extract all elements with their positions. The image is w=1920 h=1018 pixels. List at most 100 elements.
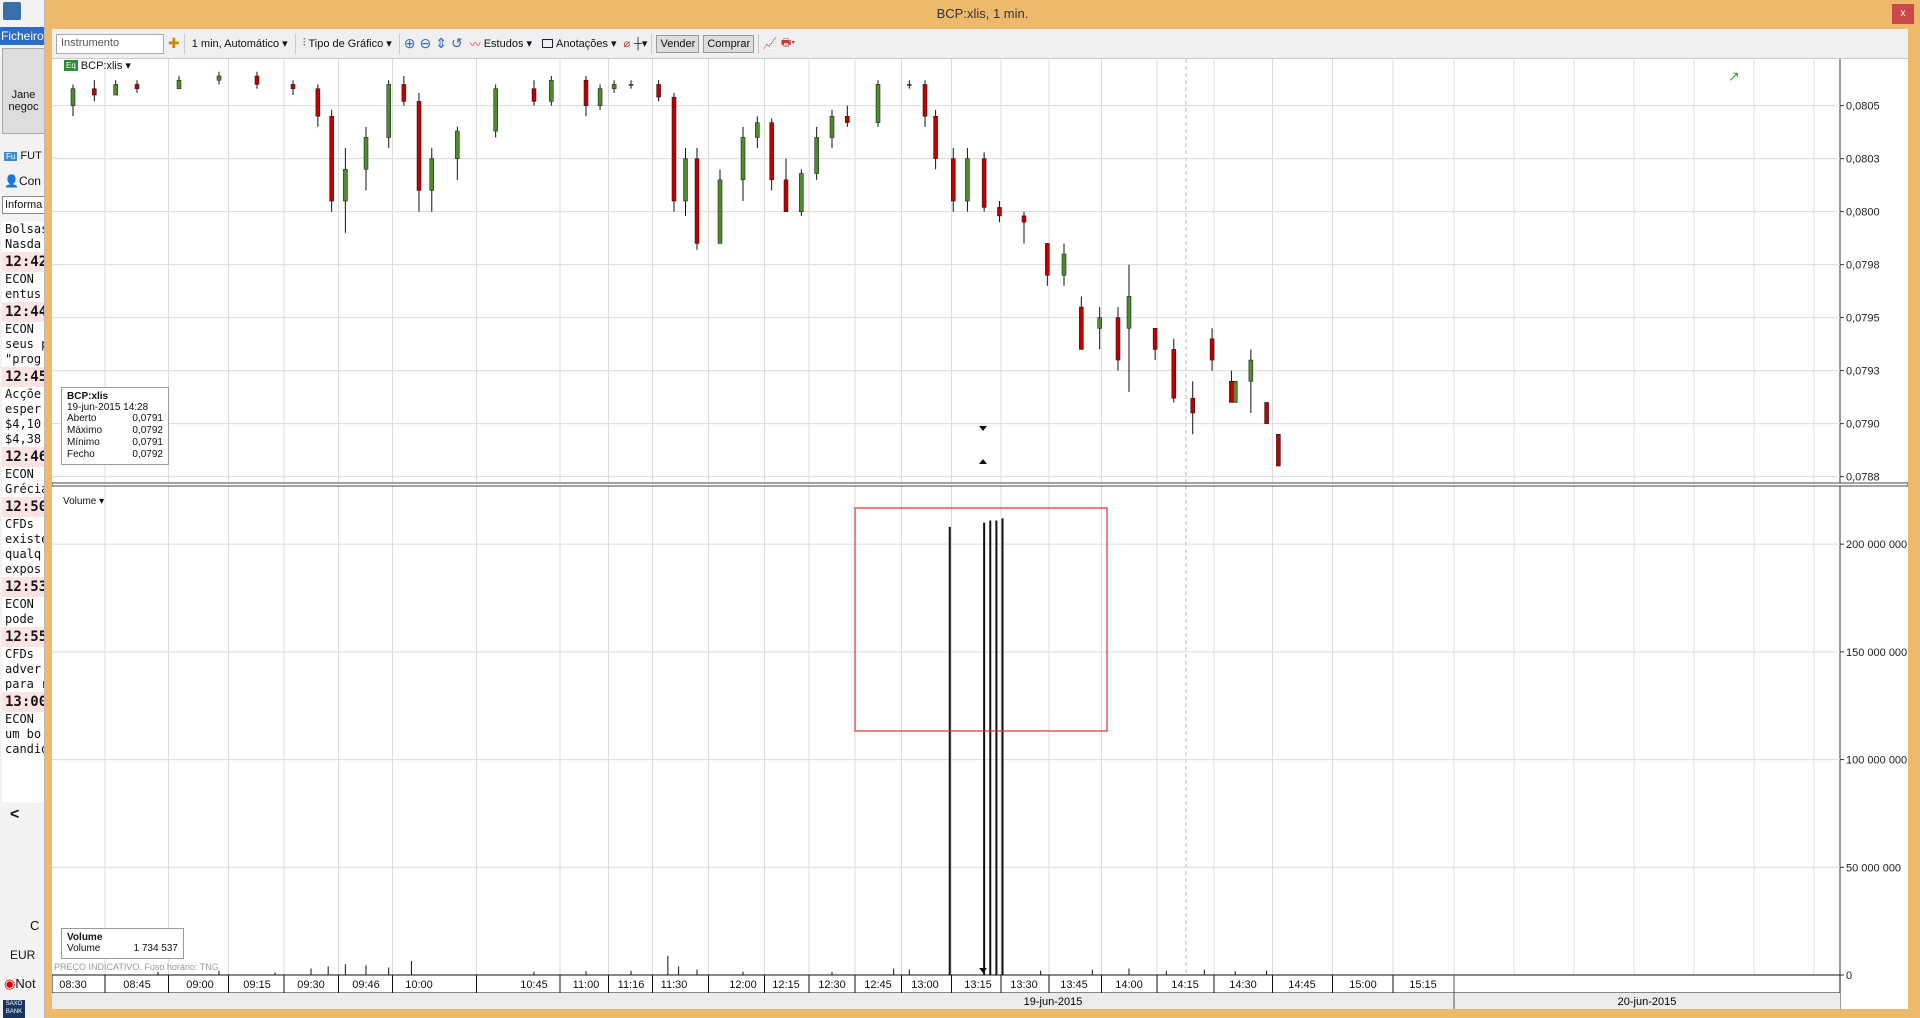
volume-tick-label: 0 [1846,970,1852,982]
news-text[interactable]: $4,38 [2,432,44,447]
zoom-in-icon[interactable]: ⊕ [404,35,416,52]
news-time[interactable]: 12:55 [2,627,44,647]
news-text[interactable]: Grécia [2,482,44,497]
news-time[interactable]: 12:50 [2,497,44,517]
speaker-icon: ◉ [4,976,16,991]
annotation-rectangle [854,507,1108,732]
news-text[interactable]: existe [2,532,44,547]
saxo-bank-logo: SAXO BANK [3,1000,25,1018]
news-text[interactable]: pode [2,612,44,627]
info-row: Fecho 0,0792 [67,449,163,461]
price-tick-label: 0,0788 [1846,472,1880,484]
news-text[interactable]: entus [2,287,44,302]
candle-body [875,84,881,123]
close-button[interactable]: x [1892,4,1914,24]
chevron-down-icon: ▾ [610,38,617,50]
news-time[interactable]: 12:46 [2,447,44,467]
sell-button[interactable]: Vender [656,34,700,53]
news-text[interactable]: Acçõe [2,387,44,402]
news-text[interactable]: expos [2,562,44,577]
reset-icon[interactable]: ↺ [451,35,463,52]
buy-button[interactable]: Comprar [703,34,755,53]
time-tick-label: 12:15 [772,979,800,991]
volume-box-label: Volume [67,943,101,954]
instrument-legend[interactable]: Eq BCP:xlis ▾ [64,59,131,72]
news-text[interactable]: esper [2,402,44,417]
scroll-left-button[interactable]: < [10,806,19,824]
news-text[interactable]: para r [2,677,44,692]
add-instrument-icon[interactable]: ✚ [168,35,180,52]
janela-negociacao-button[interactable]: Jane negoc [2,48,44,134]
contacts-tab[interactable]: 👤Con [4,174,41,188]
notifications-tab[interactable]: ◉Not [4,976,36,992]
info-row-label: Mínimo [67,437,100,448]
candle-body [656,84,661,98]
info-row-value: 0,0792 [132,425,163,436]
zoom-out-icon[interactable]: ⊖ [420,35,432,52]
print-icon[interactable]: 🖶▾ [781,34,795,53]
news-text[interactable]: ECON [2,322,44,337]
time-tick-label: 09:30 [297,979,325,991]
volume-tick-label: 50 000 000 [1846,862,1901,874]
candle-body [176,79,182,89]
time-tick-label: 12:45 [864,979,892,991]
candle-body [799,173,804,212]
chart-svg[interactable]: 0,0805 0,0803 0,0800 0,0798 0,0795 0,0793 0,07… [40,59,1909,1009]
news-text[interactable]: seus p [2,337,44,352]
date-axis [52,993,1840,1009]
news-list[interactable]: Bolsas Nasda 12:42 ECON entus 12:44 ECON seus p… [2,222,44,802]
chart-settings-icon[interactable]: 📈 [763,37,777,50]
candle-body [70,88,76,106]
candle-body [1097,317,1102,329]
volume-pane-label[interactable]: Volume ▾ [63,496,104,507]
candle-body [981,158,987,208]
fut-tab[interactable]: Fu FUT [4,150,42,162]
volume-tick-label: 150 000 000 [1846,647,1907,659]
news-time[interactable]: 12:42 [2,252,44,272]
news-text[interactable]: ECON [2,467,44,482]
info-title: BCP:xlis [67,391,109,402]
chart-type-dropdown[interactable]: ⫶ Tipo de Gráfico ▾ [300,37,395,50]
news-text[interactable]: CFDs [2,647,44,662]
pane-divider [51,482,1909,487]
news-time[interactable]: 13:00 [2,692,44,712]
news-text[interactable]: qualq [2,547,44,562]
pan-icon[interactable]: ⇕ [435,35,447,52]
news-text[interactable]: candid [2,742,44,757]
candle-body [951,158,956,202]
price-tick-label: 0,0795 [1846,313,1880,325]
candle-body [386,84,391,138]
info-select[interactable]: Informa [2,196,44,214]
app-sidebar: Ficheiro Jane negoc Fu FUT 👤Con Informa … [0,0,45,1018]
news-time[interactable]: 12:45 [2,367,44,387]
news-text[interactable]: $4,10 [2,417,44,432]
time-tick-label: 10:00 [405,979,433,991]
news-text[interactable]: ECON [2,712,44,727]
eraser-icon[interactable]: ⌀ [624,37,631,50]
time-tick-label: 08:30 [59,979,87,991]
ficheiro-tab[interactable]: Ficheiro [0,27,44,45]
news-time[interactable]: 12:44 [2,302,44,322]
news-text[interactable]: um bo [2,727,44,742]
info-row-label: Fecho [67,449,95,460]
annotations-dropdown[interactable]: Anotações ▾ [539,37,620,50]
candle-body [216,75,222,81]
news-text[interactable]: Bolsas [2,222,44,237]
chart-area[interactable]: 0,0805 0,0803 0,0800 0,0798 0,0795 0,0793 0,07… [40,59,1909,1009]
time-tick-label: 09:15 [243,979,271,991]
news-text[interactable]: "prog [2,352,44,367]
c-tab[interactable]: C [30,918,39,933]
interval-dropdown[interactable]: 1 min, Automático ▾ [189,37,291,51]
news-text[interactable]: CFDs [2,517,44,532]
fut-label: FUT [20,150,42,162]
candle-body [416,101,422,191]
news-text[interactable]: ECON [2,272,44,287]
news-time[interactable]: 12:53 [2,577,44,597]
news-text[interactable]: Nasda [2,237,44,252]
price-axis-bg [1840,59,1908,975]
crosshair-icon[interactable]: ┼▾ [634,37,647,50]
news-text[interactable]: adver [2,662,44,677]
instrument-input[interactable]: Instrumento [56,33,164,54]
news-text[interactable]: ECON [2,597,44,612]
studies-dropdown[interactable]: 〰 Estudos ▾ [467,36,535,52]
